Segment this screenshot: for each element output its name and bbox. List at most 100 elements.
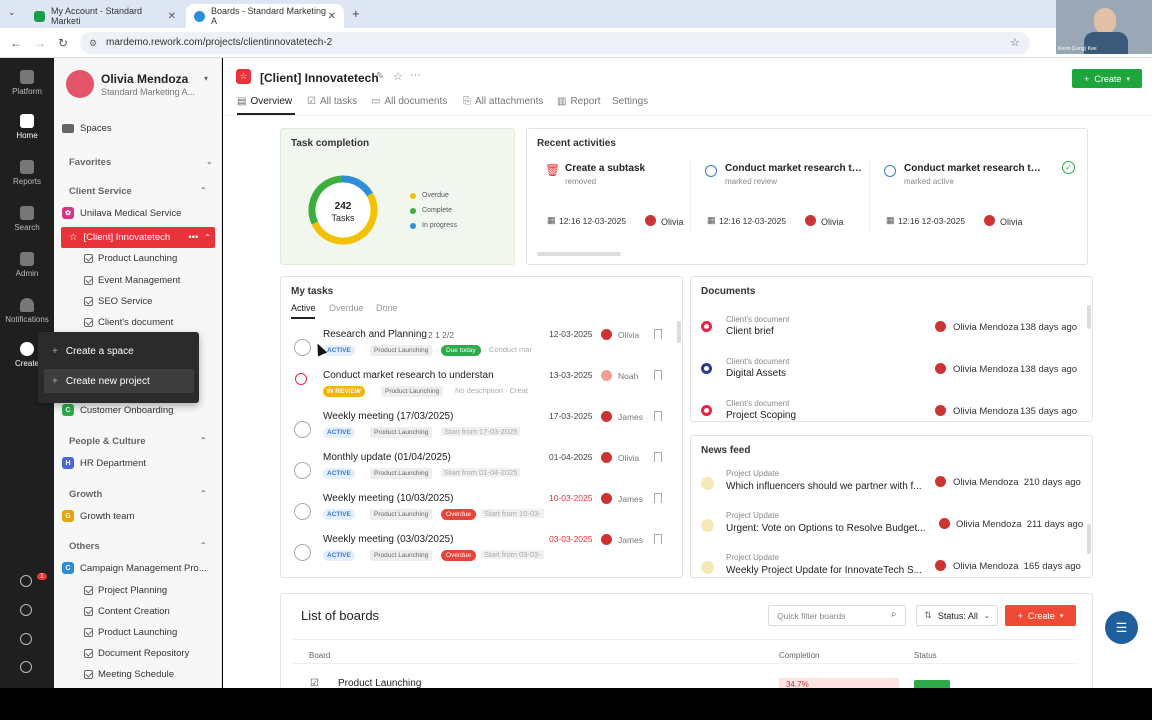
chevron-up-icon[interactable]: ⌃ [204,233,211,242]
activity-item[interactable]: Conduct market research to... marked rev… [697,157,867,247]
sidebar-subitem-meeting-schedule[interactable]: Meeting Schedule [84,664,174,684]
status-badge[interactable]: ACTIVE [323,550,355,561]
rail-platform[interactable]: Platform [0,70,54,96]
edit-icon[interactable]: ✎ [376,71,384,82]
status-badge[interactable]: IN REVIEW [323,386,365,397]
sidebar-item-unilava[interactable]: ✿ Unilava Medical Service [62,203,214,223]
bookmark-icon[interactable] [654,370,662,380]
rail-home[interactable]: Home [0,114,54,140]
boards-search-input[interactable]: Quick filter boards ⌕ [768,605,906,626]
create-button[interactable]: + Create ▾ [1072,69,1142,88]
new-tab-icon[interactable]: + [352,6,360,21]
address-bar[interactable]: ⚙ mardemo.rework.com/projects/clientinno… [80,32,1030,54]
create-space-item[interactable]: + Create a space [44,339,194,363]
user-name[interactable]: Olivia Mendoza [101,72,188,86]
section-client-service[interactable]: Client Service ⌃ [69,186,207,197]
sidebar-subitem-project-planning[interactable]: Project Planning [84,580,167,600]
sidebar-item-innovatetech[interactable]: ☆ [Client] Innovatetech ••• ⌃ [61,227,215,248]
bookmark-star-icon[interactable]: ☆ [1010,32,1020,54]
create-project-item[interactable]: + Create new project [44,369,194,393]
sidebar-subitem-event-management[interactable]: Event Management [84,270,180,290]
status-badge[interactable]: ACTIVE [323,427,355,438]
boards-create-button[interactable]: + Create ▾ [1005,605,1076,626]
clock-icon[interactable] [20,604,32,616]
status-badge[interactable]: ACTIVE [323,509,355,520]
activity-item[interactable]: Conduct market research to... marked act… [876,157,1046,247]
sidebar-subitem-document-repository[interactable]: Document Repository [84,643,189,663]
chevron-down-icon[interactable]: ▾ [204,74,208,83]
task-row[interactable]: Weekly meeting (17/03/2025) ACTIVE Produ… [281,407,676,448]
task-status-circle[interactable] [294,544,311,561]
reload-icon[interactable]: ↻ [58,36,68,50]
check-circle-icon[interactable] [20,575,32,587]
task-status-circle[interactable] [294,421,311,438]
tab-all-attachments[interactable]: ⎘ All attachments [463,96,543,107]
sidebar-subitem-product-launching-2[interactable]: Product Launching [84,622,177,642]
close-tab-icon[interactable]: ✕ [168,11,176,22]
rail-search[interactable]: Search [0,206,54,232]
section-people-culture[interactable]: People & Culture ⌃ [69,436,207,447]
sidebar-subitem-product-launching[interactable]: Product Launching [84,248,177,268]
vertical-scrollbar[interactable] [1087,305,1091,329]
task-row[interactable]: Conduct market research to understan IN … [281,366,676,407]
help-icon[interactable] [20,661,32,673]
vertical-scrollbar[interactable] [677,321,681,343]
section-growth[interactable]: Growth ⌃ [69,489,207,500]
status-badge[interactable]: ACTIVE [323,468,355,479]
tab-overdue[interactable]: Overdue [329,303,364,313]
bookmark-icon[interactable] [654,534,662,544]
favorite-star-icon[interactable]: ☆ [393,70,403,83]
browser-tab-my-account[interactable]: My Account - Standard Marketi ✕ [26,4,184,28]
compass-icon[interactable] [20,633,32,645]
news-row[interactable]: Project Update Weekly Project Update for… [691,547,1091,577]
sidebar-item-growth-team[interactable]: G Growth team [62,506,214,526]
document-row[interactable]: Client's document Project Scoping Olivia… [691,391,1091,421]
close-tab-icon[interactable]: ✕ [328,11,336,22]
vertical-scrollbar[interactable] [1087,524,1091,554]
rail-admin[interactable]: Admin [0,252,54,278]
section-others[interactable]: Others ⌃ [69,541,207,552]
tab-active[interactable]: Active [291,303,316,313]
tab-overview[interactable]: ▤ Overview [237,96,292,107]
chat-bubble-icon[interactable]: ☰ [1105,611,1138,644]
task-status-circle[interactable] [294,339,311,356]
bookmark-icon[interactable] [654,493,662,503]
activity-item[interactable]: 🗑 Create a subtask removed ▦ 12:16 12-03… [537,157,707,247]
rail-notifications[interactable]: Notifications [0,298,54,324]
task-status-circle[interactable] [295,373,307,385]
task-row[interactable]: Weekly meeting (10/03/2025) ACTIVE Produ… [281,489,676,530]
table-row[interactable]: ☑ Product Launching 34.7% [293,664,1078,688]
bookmark-icon[interactable] [654,329,662,339]
section-favorites[interactable]: Favorites ⌄ [69,157,213,168]
tab-all-tasks[interactable]: ☑ All tasks [307,96,357,107]
more-icon[interactable]: ••• [188,232,198,243]
task-status-circle[interactable] [294,503,311,520]
sidebar-item-customer-onboarding[interactable]: C Customer Onboarding [62,400,214,420]
tab-list-icon[interactable]: ⌄ [8,7,16,18]
status-badge[interactable]: ACTIVE [323,345,355,356]
document-row[interactable]: Client's document Digital Assets Olivia … [691,349,1091,391]
sidebar-item-hr-department[interactable]: H HR Department [62,453,214,473]
user-avatar[interactable] [66,70,94,98]
task-row[interactable]: Weekly meeting (03/03/2025) ACTIVE Produ… [281,530,676,571]
bookmark-icon[interactable] [654,411,662,421]
sidebar-item-spaces[interactable]: Spaces [62,118,214,138]
bookmark-icon[interactable] [654,452,662,462]
back-icon[interactable]: ← [10,36,22,50]
news-row[interactable]: Project Update Urgent: Vote on Options t… [691,505,1091,547]
news-row[interactable]: Project Update Which influencers should … [691,463,1091,505]
task-row[interactable]: Monthly update (01/04/2025) ACTIVE Produ… [281,448,676,489]
site-info-icon[interactable]: ⚙ [89,32,97,54]
forward-icon[interactable]: → [34,36,46,50]
task-row[interactable]: Research and Planning 2 1 2/2 ACTIVE Pro… [281,325,676,366]
rail-reports[interactable]: Reports [0,160,54,186]
tab-done[interactable]: Done [376,303,398,313]
sidebar-subitem-clients-document[interactable]: Client's document [84,312,173,332]
more-icon[interactable]: ··· [410,69,421,81]
sidebar-subitem-content-creation[interactable]: Content Creation [84,601,170,621]
tab-all-documents[interactable]: ▭ All documents [371,96,447,107]
sidebar-item-campaign-management[interactable]: C Campaign Management Pro... [62,558,214,578]
browser-tab-boards[interactable]: Boards - Standard Marketing A ✕ [186,4,344,28]
task-status-circle[interactable] [294,462,311,479]
status-filter-dropdown[interactable]: ⇅ Status: All ⌄ [916,605,998,626]
